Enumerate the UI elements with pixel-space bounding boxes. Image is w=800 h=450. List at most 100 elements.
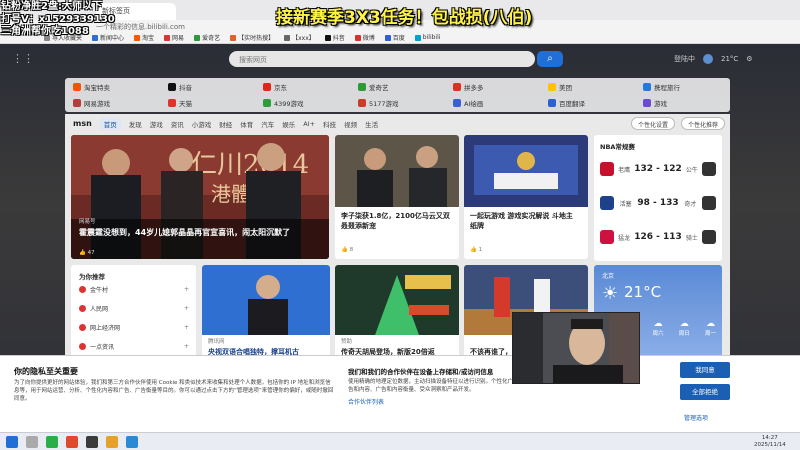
tab-nav-item[interactable]: 发现 bbox=[129, 119, 142, 129]
list-item[interactable]: 一点资讯 + bbox=[79, 342, 189, 351]
tab-nav-item[interactable]: 财经 bbox=[219, 119, 232, 129]
plus-icon[interactable]: + bbox=[184, 286, 189, 293]
quick-link[interactable]: 携程旅行 bbox=[643, 82, 680, 92]
tab-nav-item[interactable]: 娱乐 bbox=[282, 119, 295, 129]
cloud-icon: ☁ bbox=[705, 319, 715, 329]
privacy-text: 为了向你提供更好的网站体验，我们和第三方合作伙伴使用 Cookie 和类似技术来… bbox=[14, 380, 334, 402]
manage-options-link[interactable]: 管理选项 bbox=[684, 413, 708, 422]
weather-pill[interactable]: 21°C bbox=[721, 55, 738, 63]
bookmark-item[interactable]: 百度 bbox=[381, 31, 409, 44]
news-card-5[interactable]: 赞助 传奇天胡局登场，新版20倍返 bbox=[335, 265, 459, 365]
hero-caption[interactable]: 霍震霆没想到，44岁儿媳郭晶晶再官宣喜讯，闹太阳沉默了 bbox=[79, 227, 324, 238]
game-icon[interactable] bbox=[66, 436, 78, 448]
bookmark-icon bbox=[384, 34, 391, 41]
bookmark-item[interactable]: 抖音 bbox=[321, 31, 349, 44]
game-score: 132 - 122 bbox=[634, 164, 682, 174]
accept-button[interactable]: 我同意 bbox=[680, 362, 730, 378]
tab-nav-item[interactable]: 游戏 bbox=[150, 119, 163, 129]
windows-icon[interactable] bbox=[6, 436, 18, 448]
hero-card[interactable]: 仁川2014 港體代表 网易号 霍震霆没想到，44岁儿媳郭晶晶再官宣喜讯，闹太阳… bbox=[71, 135, 329, 259]
quick-link-icon bbox=[358, 83, 366, 91]
list-item[interactable]: 人民网 + bbox=[79, 304, 189, 313]
tab-nav-item[interactable]: 体育 bbox=[240, 119, 253, 129]
app-icon[interactable] bbox=[86, 436, 98, 448]
card3-caption[interactable]: 一起玩游戏 游戏实况解说 斗地主 纸牌 bbox=[470, 211, 582, 231]
quick-link[interactable]: 拼多多 bbox=[453, 82, 484, 92]
webcam-overlay bbox=[512, 312, 640, 384]
tab-nav-item[interactable]: 科技 bbox=[323, 119, 336, 129]
game-row[interactable]: 活塞 98 - 133 奇才 bbox=[600, 191, 716, 215]
user-label[interactable]: 登陆中 bbox=[674, 54, 695, 64]
tab-nav-item[interactable]: AI+ bbox=[303, 120, 315, 128]
card2-likes: 👍 8 bbox=[341, 247, 354, 253]
bookmark-item[interactable]: bilibili bbox=[411, 31, 445, 44]
clock-date: 2025/11/14 bbox=[754, 442, 786, 448]
plus-icon[interactable]: + bbox=[184, 324, 189, 331]
quick-link[interactable]: 网易游戏 bbox=[73, 98, 110, 108]
bookmark-item[interactable]: 【实时热搜】 bbox=[226, 31, 278, 44]
sports-card[interactable]: NBA常规赛 老鹰 132 - 122 公牛 活塞 98 - 133 奇才 猛龙 126 - … bbox=[594, 135, 722, 261]
quick-link[interactable]: AI绘画 bbox=[453, 98, 483, 108]
reject-all-button[interactable]: 全部拒绝 bbox=[680, 384, 730, 400]
quick-link[interactable]: 5177游戏 bbox=[358, 98, 399, 108]
tab-nav-item[interactable]: 资讯 bbox=[171, 119, 184, 129]
home-team: 猛龙 bbox=[618, 234, 631, 242]
msn-logo[interactable]: msn bbox=[73, 119, 92, 128]
tab-nav-item[interactable]: 小游戏 bbox=[192, 119, 212, 129]
tab-nav-item[interactable]: 视频 bbox=[344, 119, 357, 129]
overlay-line-2: 打号V：x1529339130 bbox=[1, 13, 115, 25]
quick-link-icon bbox=[358, 99, 366, 107]
bookmark-item[interactable]: 爱奇艺 bbox=[190, 31, 224, 44]
search-button[interactable]: ⌕ bbox=[537, 51, 563, 67]
game-row[interactable]: 猛龙 126 - 113 骑士 bbox=[600, 225, 716, 249]
search-icon[interactable] bbox=[26, 436, 38, 448]
game-row[interactable]: 老鹰 132 - 122 公牛 bbox=[600, 157, 716, 181]
news-card-4[interactable]: 腾讯网 央视双语合唱独特，撑耳机古 bbox=[202, 265, 330, 365]
photo-icon[interactable] bbox=[106, 436, 118, 448]
quick-link[interactable]: 爱奇艺 bbox=[358, 82, 389, 92]
card4-source: 腾讯网 bbox=[208, 339, 225, 345]
avatar[interactable] bbox=[703, 54, 713, 64]
bookmark-item[interactable]: 【xxx】 bbox=[280, 31, 319, 44]
news-card-3[interactable]: 一起玩游戏 游戏实况解说 斗地主 纸牌 👍 1 bbox=[464, 135, 588, 259]
tab-nav-item[interactable]: 汽车 bbox=[261, 119, 274, 129]
quick-link[interactable]: 淘宝特卖 bbox=[73, 82, 110, 92]
quick-link[interactable]: 百度翻译 bbox=[548, 98, 585, 108]
bookmark-item[interactable]: 网易 bbox=[160, 31, 188, 44]
weather-city: 北京 bbox=[602, 273, 615, 280]
quick-link-icon bbox=[168, 99, 176, 107]
gear-icon[interactable]: ⚙ bbox=[746, 55, 752, 63]
edge-icon[interactable] bbox=[126, 436, 138, 448]
wechat-icon[interactable] bbox=[46, 436, 58, 448]
privacy-title: 你的隐私至关重要 bbox=[14, 367, 78, 376]
team-logo bbox=[600, 162, 614, 176]
recommend-button[interactable]: 个性化推荐 bbox=[681, 117, 726, 130]
news-card-2[interactable]: 李子柒获1.8亿，2100亿马云又双叒叕添新宠 👍 8 bbox=[335, 135, 459, 259]
personalize-button[interactable]: 个性化设置 bbox=[631, 117, 676, 130]
recommend-title: 为你推荐 bbox=[79, 273, 105, 281]
tab-nav-item[interactable]: 生活 bbox=[365, 119, 378, 129]
card5-image bbox=[335, 265, 459, 335]
streamer-image bbox=[513, 313, 639, 383]
tab-nav-item[interactable]: 首页 bbox=[99, 117, 121, 130]
quick-link[interactable]: 4399游戏 bbox=[263, 98, 304, 108]
partner-list-link[interactable]: 合作伙伴列表 bbox=[348, 397, 384, 406]
bookmark-item[interactable]: 微博 bbox=[351, 31, 379, 44]
app-launcher-icon[interactable]: ⋮⋮ bbox=[12, 53, 34, 65]
bookmark-item[interactable]: 淘宝 bbox=[130, 31, 158, 44]
quick-link[interactable]: 美团 bbox=[548, 82, 572, 92]
list-item[interactable]: 网上经济网 + bbox=[79, 323, 189, 332]
card3-image bbox=[464, 135, 588, 207]
home-team: 老鹰 bbox=[618, 166, 631, 174]
plus-icon[interactable]: + bbox=[184, 343, 189, 350]
card2-caption[interactable]: 李子柒获1.8亿，2100亿马云又双叒叕添新宠 bbox=[341, 211, 453, 231]
quick-link[interactable]: 游戏 bbox=[643, 98, 667, 108]
plus-icon[interactable]: + bbox=[184, 305, 189, 312]
quick-link[interactable]: 天猫 bbox=[168, 98, 192, 108]
clock[interactable]: 14:27 2025/11/14 bbox=[754, 435, 786, 449]
search-input[interactable]: 搜索网页 bbox=[229, 51, 535, 67]
quick-link[interactable]: 抖音 bbox=[168, 82, 192, 92]
quick-link[interactable]: 京东 bbox=[263, 82, 287, 92]
forecast-day: ☁ 周日 bbox=[678, 319, 690, 337]
list-item[interactable]: 金牛村 + bbox=[79, 285, 189, 294]
